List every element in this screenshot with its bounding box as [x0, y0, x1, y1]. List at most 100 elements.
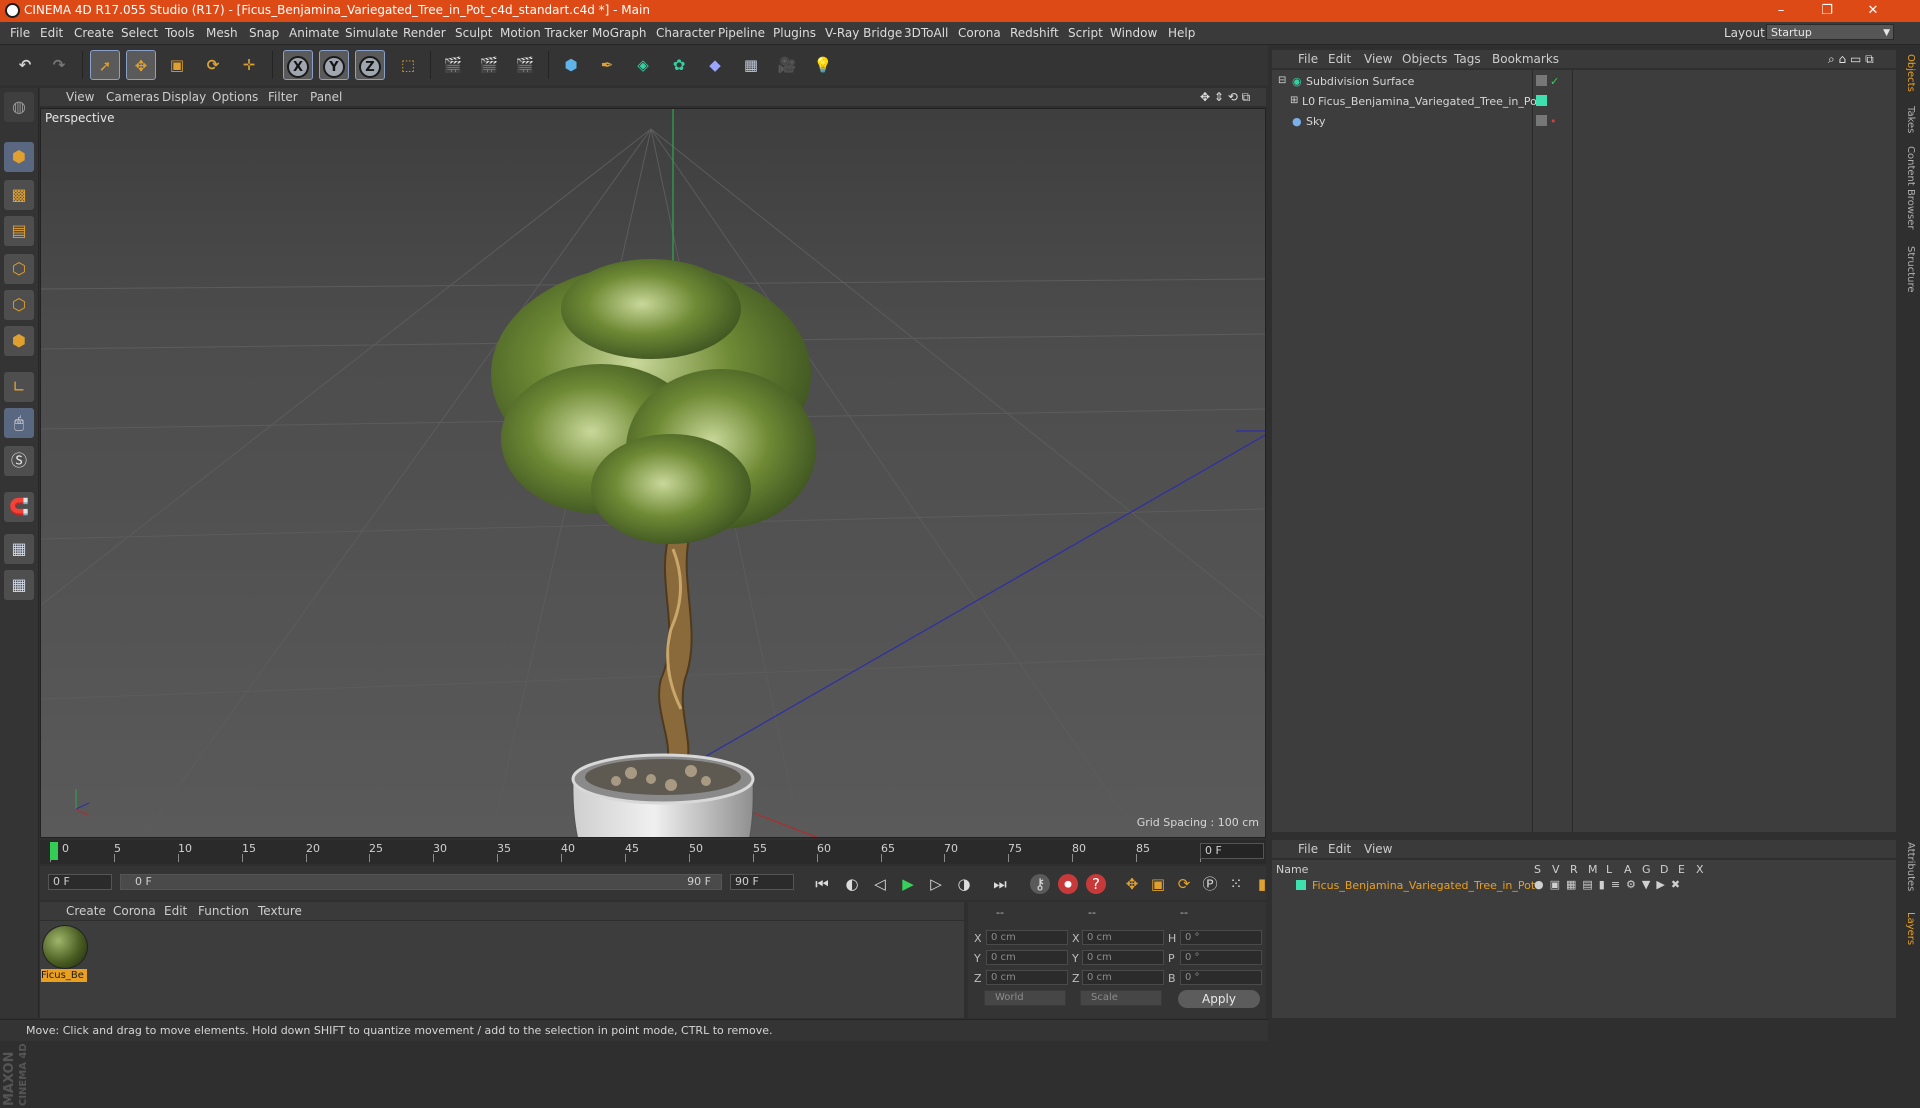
- rotation-h-field[interactable]: 0 °: [1180, 930, 1262, 945]
- tab-content-browser[interactable]: Content Browser: [1905, 146, 1916, 229]
- x-axis-lock-button[interactable]: X: [283, 50, 313, 80]
- viewport-menu-view[interactable]: View: [66, 90, 94, 104]
- scale-key-button[interactable]: ▣: [1146, 872, 1170, 896]
- polygons-mode-button[interactable]: ⬢: [4, 326, 34, 356]
- position-key-button[interactable]: ✥: [1120, 872, 1144, 896]
- layers-menu-edit[interactable]: Edit: [1328, 842, 1351, 856]
- viewport-menu-options[interactable]: Options: [212, 90, 258, 104]
- add-deformer-button[interactable]: ◆: [700, 50, 730, 80]
- objects-menu-tags[interactable]: Tags: [1454, 52, 1481, 66]
- rotate-tool-button[interactable]: ⟳: [198, 50, 228, 80]
- objects-menu-objects[interactable]: Objects: [1402, 52, 1447, 66]
- disabled-dot-icon[interactable]: •: [1550, 115, 1557, 128]
- next-frame-button[interactable]: ▷: [924, 872, 948, 896]
- make-editable-button[interactable]: ◍: [4, 92, 34, 122]
- perspective-viewport[interactable]: Perspective Grid Spacing : 100 cm: [40, 108, 1266, 838]
- enable-axis-button[interactable]: ∟: [4, 372, 34, 402]
- tab-objects[interactable]: Objects: [1905, 54, 1916, 92]
- timeline-window-button[interactable]: ▮: [1250, 872, 1274, 896]
- coordinate-system-button[interactable]: ⬚: [393, 50, 423, 80]
- tab-structure[interactable]: Structure: [1905, 246, 1916, 293]
- menu-character[interactable]: Character: [656, 26, 715, 40]
- viewport-menu-display[interactable]: Display: [162, 90, 206, 104]
- objects-menu-file[interactable]: File: [1298, 52, 1318, 66]
- visibility-dots-icon[interactable]: [1536, 75, 1547, 86]
- layout-select[interactable]: Startup ▼: [1766, 24, 1894, 40]
- viewport-menu-panel[interactable]: Panel: [310, 90, 342, 104]
- layer-name[interactable]: Ficus_Benjamina_Variegated_Tree_in_Pot: [1312, 879, 1535, 892]
- tab-takes[interactable]: Takes: [1905, 106, 1916, 133]
- render-picture-viewer-button[interactable]: 🎬: [474, 50, 504, 80]
- object-name[interactable]: Ficus_Benjamina_Variegated_Tree_in_Pot: [1318, 95, 1541, 108]
- timeline-playhead[interactable]: [50, 842, 58, 860]
- add-floor-button[interactable]: ▦: [736, 50, 766, 80]
- collapse-icon[interactable]: ⊟: [1278, 75, 1286, 86]
- menu-tools[interactable]: Tools: [165, 26, 195, 40]
- menu-redshift[interactable]: Redshift: [1010, 26, 1059, 40]
- size-z-field[interactable]: 0 cm: [1082, 970, 1164, 985]
- viewport-menu-cameras[interactable]: Cameras: [106, 90, 159, 104]
- objects-menu-view[interactable]: View: [1364, 52, 1392, 66]
- object-row[interactable]: ⊟ ◉ Subdivision Surface ✓: [1272, 72, 1896, 91]
- menu-mesh[interactable]: Mesh: [206, 26, 238, 40]
- y-axis-lock-button[interactable]: Y: [319, 50, 349, 80]
- viewport-menu-filter[interactable]: Filter: [268, 90, 298, 104]
- menu-pipeline[interactable]: Pipeline: [718, 26, 765, 40]
- close-button[interactable]: ✕: [1850, 0, 1896, 22]
- coordinate-space-select[interactable]: World: [984, 990, 1066, 1006]
- menu-snap[interactable]: Snap: [249, 26, 279, 40]
- record-keys-button[interactable]: ⚷: [1030, 874, 1050, 894]
- menu-file[interactable]: File: [10, 26, 30, 40]
- timeline-ruler[interactable]: 051015202530354045505560657075808590 0 F: [40, 840, 1266, 864]
- rotation-key-button[interactable]: ⟳: [1172, 872, 1196, 896]
- material-menu-function[interactable]: Function: [198, 904, 249, 918]
- layer-color-swatch[interactable]: [1536, 95, 1547, 106]
- tweak-mode-button[interactable]: 🖱: [4, 408, 34, 438]
- render-settings-button[interactable]: 🎬: [510, 50, 540, 80]
- menu-script[interactable]: Script: [1068, 26, 1103, 40]
- material-menu-edit[interactable]: Edit: [164, 904, 187, 918]
- material-menu-create[interactable]: Create: [66, 904, 106, 918]
- add-cube-button[interactable]: ⬢: [556, 50, 586, 80]
- position-y-field[interactable]: 0 cm: [986, 950, 1068, 965]
- model-mode-button[interactable]: ⬢: [4, 142, 34, 172]
- size-y-field[interactable]: 0 cm: [1082, 950, 1164, 965]
- play-button[interactable]: ▶: [896, 872, 920, 896]
- add-camera-button[interactable]: 🎥: [772, 50, 802, 80]
- render-view-button[interactable]: 🎬: [438, 50, 468, 80]
- material-menu-texture[interactable]: Texture: [258, 904, 302, 918]
- menu-corona[interactable]: Corona: [958, 26, 1001, 40]
- last-tool-button[interactable]: ✛: [234, 50, 264, 80]
- object-row[interactable]: ● Sky •: [1272, 112, 1896, 131]
- edges-mode-button[interactable]: ⬡: [4, 290, 34, 320]
- z-axis-lock-button[interactable]: Z: [355, 50, 385, 80]
- workplane-mode-button[interactable]: ▤: [4, 216, 34, 246]
- snap-button[interactable]: Ⓢ: [4, 446, 34, 476]
- layer-row[interactable]: Ficus_Benjamina_Variegated_Tree_in_Pot ●…: [1272, 878, 1896, 894]
- add-nurbs-button[interactable]: ◈: [628, 50, 658, 80]
- auto-key-button[interactable]: ⏺: [1058, 874, 1078, 894]
- undo-button[interactable]: ↶: [10, 50, 40, 80]
- restore-button[interactable]: ❐: [1804, 0, 1850, 22]
- points-mode-button[interactable]: ⬡: [4, 254, 34, 284]
- size-x-field[interactable]: 0 cm: [1082, 930, 1164, 945]
- current-frame-field[interactable]: 0 F: [1200, 843, 1264, 859]
- go-to-start-button[interactable]: ⏮: [810, 872, 834, 896]
- position-z-field[interactable]: 0 cm: [986, 970, 1068, 985]
- menu-mograph[interactable]: MoGraph: [592, 26, 647, 40]
- menu-sculpt[interactable]: Sculpt: [455, 26, 492, 40]
- menu-create[interactable]: Create: [74, 26, 114, 40]
- texture-mode-button[interactable]: ▩: [4, 180, 34, 210]
- magnet-button[interactable]: 🧲: [4, 492, 34, 522]
- menu-window[interactable]: Window: [1110, 26, 1157, 40]
- layer-color-swatch[interactable]: [1296, 880, 1306, 890]
- object-manager-nav-icons[interactable]: ⌕ ⌂ ▭ ⧉: [1828, 52, 1874, 67]
- visibility-dots-icon[interactable]: [1536, 115, 1547, 126]
- frame-range-slider[interactable]: 0 F 90 F: [120, 874, 722, 890]
- rotation-b-field[interactable]: 0 °: [1180, 970, 1262, 985]
- live-selection-button[interactable]: ➚: [90, 50, 120, 80]
- minimize-button[interactable]: –: [1758, 0, 1804, 22]
- menu-help[interactable]: Help: [1168, 26, 1195, 40]
- menu-3dtoall[interactable]: 3DToAll: [904, 26, 948, 40]
- tab-attributes[interactable]: Attributes: [1905, 842, 1916, 891]
